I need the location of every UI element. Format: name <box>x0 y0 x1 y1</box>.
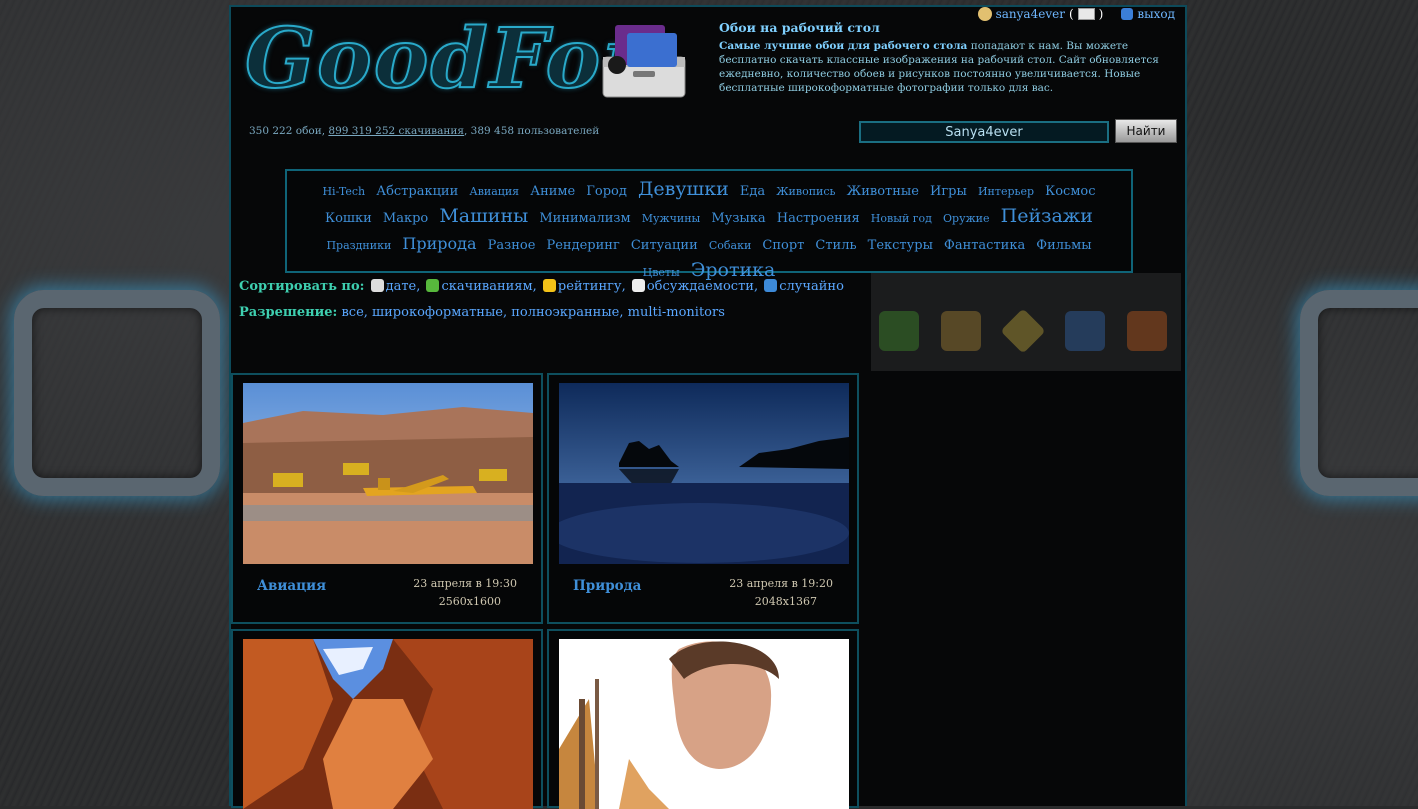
stats-downloads-link[interactable]: 899 319 252 скачивания <box>328 125 464 137</box>
mail-icon[interactable] <box>1077 8 1095 20</box>
sort-option[interactable]: случайно <box>779 279 844 294</box>
wallpaper-thumbnail-airplane[interactable] <box>243 383 533 564</box>
sort-option[interactable]: рейтингу <box>558 279 622 294</box>
category-tag[interactable]: Город <box>586 184 627 199</box>
user-bar: sanya4ever ( ) выход <box>977 7 1175 21</box>
social-icons-panel <box>871 273 1181 371</box>
resolution-option[interactable]: полноэкранные <box>511 305 619 320</box>
category-tag[interactable]: Пейзажи <box>1001 205 1093 227</box>
windows-icon[interactable] <box>1065 311 1105 351</box>
category-tag[interactable]: Hi-Tech <box>322 185 365 198</box>
sort-option[interactable]: дате <box>386 279 417 294</box>
resolution-option[interactable]: все <box>341 305 363 320</box>
category-tag[interactable]: Игры <box>930 184 967 199</box>
category-tag[interactable]: Кошки <box>325 211 372 226</box>
intro-block: Обои на рабочий стол Самые лучшие обои д… <box>719 21 1181 95</box>
resolution-option[interactable]: multi-monitors <box>628 305 725 320</box>
stats-users: , 389 458 пользователей <box>463 125 600 137</box>
card-date: 23 апреля в 19:30 <box>413 577 517 590</box>
category-tag[interactable]: Макро <box>383 211 428 226</box>
wallpaper-card[interactable]: Природа 23 апреля в 19:20 2048x1367 <box>547 373 859 624</box>
category-tag[interactable]: Цветы <box>643 266 680 279</box>
category-tag[interactable]: Машины <box>439 205 528 227</box>
stats-walls: 350 222 обои, <box>249 125 329 137</box>
category-tag[interactable]: Животные <box>847 184 919 199</box>
sort-option[interactable]: обсуждаемости <box>647 279 754 294</box>
user-icon <box>977 7 992 21</box>
category-tag[interactable]: Текстуры <box>868 238 933 253</box>
category-tag[interactable]: Аниме <box>530 184 575 199</box>
category-tag[interactable]: Природа <box>402 234 476 253</box>
star-icon <box>542 279 556 292</box>
category-tag[interactable]: Еда <box>740 184 765 199</box>
category-tag[interactable]: Эротика <box>691 259 776 281</box>
logo-box-icon <box>602 25 686 98</box>
category-tag[interactable]: Стиль <box>815 238 856 253</box>
category-tag[interactable]: Космос <box>1045 184 1095 199</box>
category-tag[interactable]: Авиация <box>469 185 519 198</box>
resolution-label: Разрешение: <box>239 305 338 320</box>
category-tag-cloud: Hi-Tech Абстракции Авиация Аниме Город Д… <box>285 169 1133 281</box>
search-input[interactable] <box>859 121 1109 143</box>
category-tag[interactable]: Фантастика <box>944 238 1025 253</box>
category-tag[interactable]: Фильмы <box>1036 238 1091 253</box>
category-tag[interactable]: Абстракции <box>376 184 458 199</box>
category-tag[interactable]: Минимализм <box>539 211 630 226</box>
category-tag[interactable]: Живопись <box>776 185 835 198</box>
username-link[interactable]: sanya4ever <box>996 7 1065 21</box>
site-stats: 350 222 обои, 899 319 252 скачивания, 38… <box>249 125 599 137</box>
card-category[interactable]: Авиация <box>257 578 326 594</box>
random-icon <box>764 279 778 292</box>
add-icon[interactable] <box>879 311 919 351</box>
card-resolution: 2560x1600 <box>438 595 501 608</box>
wallpaper-card[interactable]: Авиация 23 апреля в 19:30 2560x1600 <box>231 373 543 624</box>
wallpaper-card[interactable] <box>547 629 859 809</box>
wallpaper-thumbnail-lake[interactable] <box>559 383 849 564</box>
category-tag[interactable]: Девушки <box>638 178 729 200</box>
folder-icon[interactable] <box>941 311 981 351</box>
wallpaper-thumbnail-canyon[interactable] <box>243 639 533 809</box>
category-tag[interactable]: Оружие <box>943 212 990 225</box>
resolution-option[interactable]: широкоформатные <box>372 305 503 320</box>
category-tag[interactable]: Рендеринг <box>546 238 619 253</box>
sort-label: Сортировать по: <box>239 279 365 294</box>
resolution-row: Разрешение: все, широкоформатные, полноэ… <box>239 305 725 320</box>
category-tag[interactable]: Ситуации <box>631 238 698 253</box>
intro-bold-lead: Самые лучшие обои для рабочего стола <box>719 40 968 52</box>
download-icon <box>426 279 440 292</box>
page-container: GoodFon sanya4ever ( ) выход Обои на раб… <box>229 5 1187 809</box>
rss-icon[interactable] <box>1127 311 1167 351</box>
site-logo[interactable]: GoodFon <box>244 9 663 109</box>
diamond-icon[interactable] <box>1000 308 1046 354</box>
search-button[interactable]: Найти <box>1115 119 1177 143</box>
search-bar: Найти <box>859 119 1177 145</box>
category-tag[interactable]: Музыка <box>711 211 765 226</box>
logout-link[interactable]: выход <box>1137 7 1175 21</box>
intro-title: Обои на рабочий стол <box>719 20 880 35</box>
card-category[interactable]: Природа <box>573 578 641 594</box>
category-tag[interactable]: Спорт <box>762 238 804 253</box>
sort-row: Сортировать по: дате, скачиваниям, рейти… <box>239 279 844 294</box>
wallpaper-thumbnail-portrait[interactable] <box>559 639 849 809</box>
category-tag[interactable]: Праздники <box>326 239 391 252</box>
sort-option[interactable]: скачиваниям <box>441 279 532 294</box>
category-tag[interactable]: Новый год <box>871 212 932 225</box>
card-resolution: 2048x1367 <box>754 595 817 608</box>
category-tag[interactable]: Настроения <box>777 211 860 226</box>
category-tag[interactable]: Интерьер <box>978 185 1034 198</box>
logout-icon[interactable] <box>1121 8 1134 20</box>
card-date: 23 апреля в 19:20 <box>729 577 833 590</box>
category-tag[interactable]: Мужчины <box>642 212 701 225</box>
paren-close: ) <box>1098 7 1104 21</box>
comment-icon <box>631 279 645 292</box>
category-tag[interactable]: Собаки <box>709 239 751 252</box>
category-tag[interactable]: Разное <box>488 238 536 253</box>
paren-open: ( <box>1068 7 1074 21</box>
clock-icon <box>370 279 384 292</box>
wallpaper-card[interactable] <box>231 629 543 809</box>
